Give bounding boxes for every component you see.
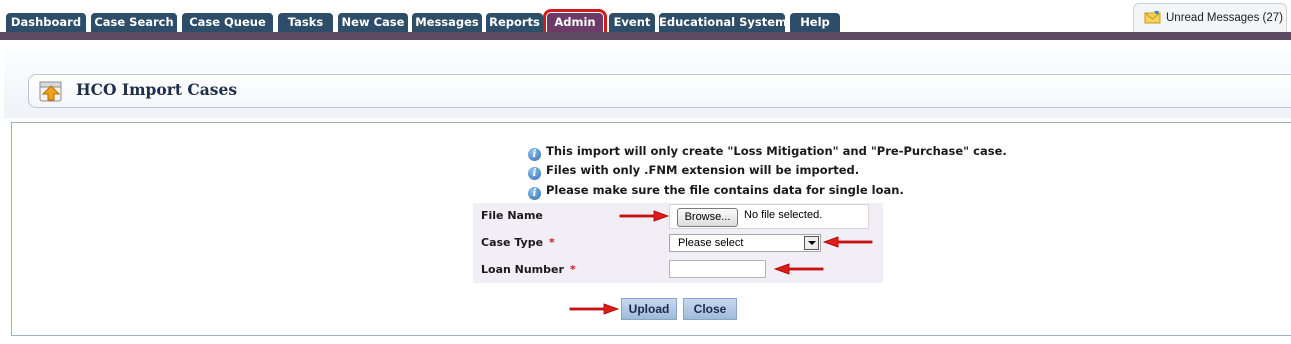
upload-button[interactable]: Upload: [621, 298, 677, 320]
no-file-text: No file selected.: [744, 209, 823, 221]
browse-button[interactable]: Browse...: [677, 208, 738, 227]
page-title: HCO Import Cases: [76, 80, 238, 99]
case-type-select[interactable]: Please select: [669, 234, 821, 252]
page-header: HCO Import Cases: [28, 74, 1291, 108]
annotation-arrow-left-icon: [822, 236, 873, 248]
tab-tasks[interactable]: Tasks: [278, 13, 333, 32]
tab-case-search[interactable]: Case Search: [91, 13, 177, 32]
required-marker: *: [549, 236, 555, 249]
annotation-arrow-right-icon: [619, 210, 670, 222]
tab-event[interactable]: Event: [609, 13, 655, 32]
tab-case-queue[interactable]: Case Queue: [182, 13, 273, 32]
loan-number-input[interactable]: [669, 260, 766, 278]
close-button[interactable]: Close: [683, 298, 737, 320]
chevron-down-icon[interactable]: [804, 236, 819, 250]
file-name-label: File Name: [481, 209, 543, 222]
info-icon: i: [528, 148, 541, 161]
tab-reports[interactable]: Reports: [486, 13, 543, 32]
info-message-text: Please make sure the file contains data …: [546, 183, 904, 197]
info-message: i Please make sure the file contains data…: [528, 183, 904, 200]
tab-admin[interactable]: Admin: [543, 9, 607, 36]
tab-new-case[interactable]: New Case: [338, 13, 408, 32]
info-message-text: Files with only .FNM extension will be i…: [546, 163, 860, 177]
tab-educational-system[interactable]: Educational System: [659, 13, 785, 32]
import-icon: [39, 81, 62, 102]
unread-messages-link[interactable]: Unread Messages (27): [1133, 3, 1287, 32]
nav-divider: [0, 32, 1291, 40]
info-message: i Files with only .FNM extension will be …: [528, 163, 860, 180]
tab-help[interactable]: Help: [790, 13, 840, 32]
required-marker: *: [569, 263, 576, 276]
info-message-text: This import will only create "Loss Mitig…: [546, 144, 1007, 158]
envelope-icon: [1144, 11, 1161, 24]
case-type-label: Case Type *: [481, 236, 555, 249]
file-input: Browse... No file selected.: [669, 204, 869, 229]
loan-number-label: Loan Number *: [481, 263, 576, 276]
top-navigation: Dashboard Case Search Case Queue Tasks N…: [0, 0, 1291, 40]
info-message: i This import will only create "Loss Miti…: [528, 144, 1007, 161]
annotation-arrow-right-icon: [569, 303, 620, 315]
annotation-arrow-left-icon: [773, 263, 824, 275]
tab-dashboard[interactable]: Dashboard: [6, 13, 86, 32]
tab-messages[interactable]: Messages: [412, 13, 482, 32]
case-type-value: Please select: [678, 237, 744, 249]
unread-messages-label: Unread Messages (27): [1166, 12, 1283, 24]
info-icon: i: [528, 167, 541, 180]
info-icon: i: [528, 187, 541, 200]
